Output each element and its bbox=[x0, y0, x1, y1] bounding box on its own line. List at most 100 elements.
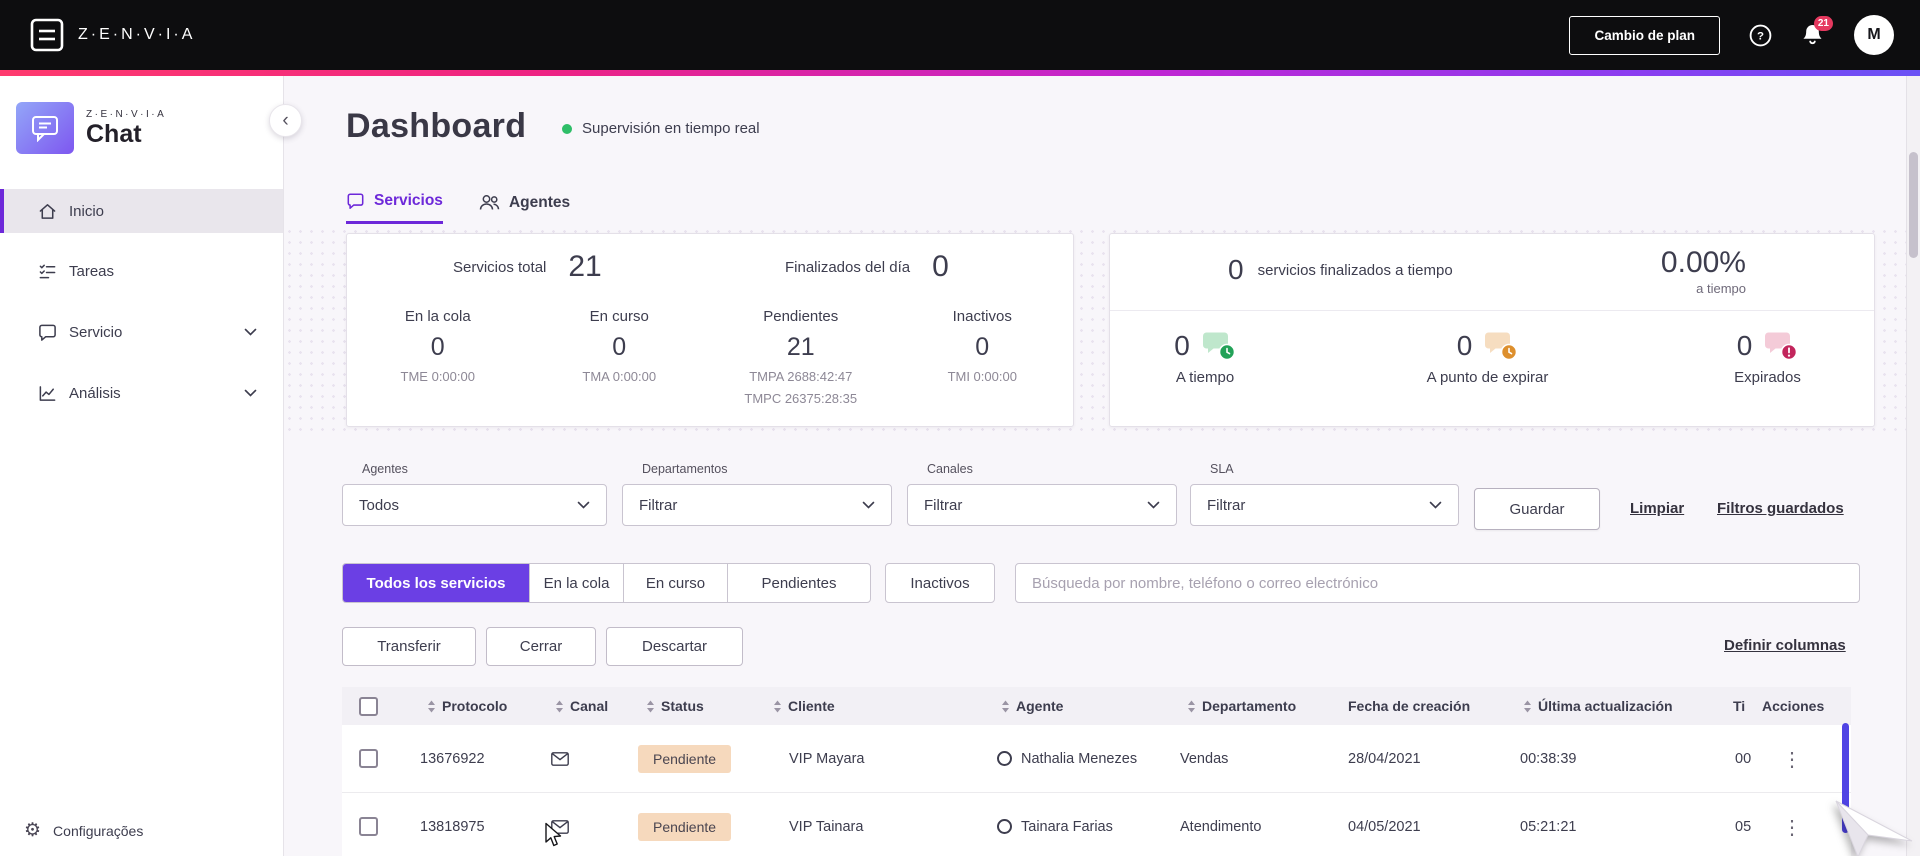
cell-agent: Nathalia Menezes bbox=[1021, 751, 1138, 767]
chevron-down-icon bbox=[1429, 501, 1442, 509]
stat-metric bbox=[347, 391, 529, 392]
notification-count-badge: 21 bbox=[1813, 16, 1833, 31]
status-badge: Pendiente bbox=[638, 745, 732, 773]
tab-todos-los-servicios[interactable]: Todos los servicios bbox=[343, 564, 529, 602]
chevron-down-icon bbox=[244, 389, 257, 397]
filter-label: SLA bbox=[1210, 462, 1234, 476]
tab-en-la-cola[interactable]: En la cola bbox=[529, 564, 623, 602]
sort-icon[interactable] bbox=[427, 700, 436, 713]
table-header: Protocolo Canal Status Cliente Agente De… bbox=[342, 687, 1851, 725]
filter-sla: SLA Filtrar bbox=[1190, 462, 1459, 526]
tab-agentes[interactable]: Agentes bbox=[479, 192, 570, 224]
row-checkbox[interactable] bbox=[359, 749, 378, 768]
window-scrollbar[interactable] bbox=[1906, 76, 1920, 856]
sort-icon[interactable] bbox=[646, 700, 655, 713]
tab-servicios[interactable]: Servicios bbox=[346, 192, 443, 224]
sidebar-item-label: Servicio bbox=[69, 323, 123, 341]
table-row[interactable]: 13676922 Pendiente VIP Mayara Nathalia M… bbox=[342, 725, 1851, 793]
tab-inactivos[interactable]: Inactivos bbox=[885, 563, 995, 603]
saved-filters-link[interactable]: Filtros guardados bbox=[1717, 500, 1844, 517]
stat-metric: TMI 0:00:00 bbox=[947, 369, 1017, 384]
sla-stat-label: A punto de expirar bbox=[1426, 369, 1549, 386]
clear-filters-link[interactable]: Limpiar bbox=[1630, 500, 1684, 517]
cell-created: 28/04/2021 bbox=[1348, 751, 1421, 767]
column-header-agente[interactable]: Agente bbox=[1001, 687, 1063, 725]
topbar-actions: Cambio de plan ? 21 M bbox=[1569, 15, 1894, 55]
change-plan-button[interactable]: Cambio de plan bbox=[1569, 15, 1720, 55]
services-total: Servicios total 21 bbox=[453, 250, 602, 284]
sort-icon[interactable] bbox=[555, 700, 564, 713]
departamentos-select[interactable]: Filtrar bbox=[622, 484, 892, 526]
email-channel-icon bbox=[551, 793, 569, 856]
chevron-left-icon: ‹ bbox=[282, 109, 289, 131]
discard-button[interactable]: Descartar bbox=[606, 627, 743, 666]
sidebar-item-inicio[interactable]: Inicio bbox=[0, 189, 283, 233]
column-header-fecha-creacion[interactable]: Fecha de creación bbox=[1348, 687, 1470, 725]
tab-en-curso[interactable]: En curso bbox=[623, 564, 727, 602]
collapse-sidebar-button[interactable]: ‹ bbox=[269, 104, 302, 137]
services-table: Protocolo Canal Status Cliente Agente De… bbox=[342, 687, 1851, 856]
scrollbar-thumb[interactable] bbox=[1909, 152, 1918, 258]
column-header-status[interactable]: Status bbox=[646, 687, 704, 725]
sla-select[interactable]: Filtrar bbox=[1190, 484, 1459, 526]
agent-avatar-icon bbox=[997, 819, 1012, 834]
column-header-ultima-actualizacion[interactable]: Última actualización bbox=[1523, 687, 1673, 725]
cell-client: VIP Mayara bbox=[789, 751, 865, 767]
sla-percent: 0.00% a tiempo bbox=[1661, 246, 1746, 296]
save-filters-button[interactable]: Guardar bbox=[1474, 488, 1600, 530]
summary-stats-row: En la cola 0 TME 0:00:00 En curso 0 TMA … bbox=[347, 308, 1073, 406]
finished-today-label: Finalizados del día bbox=[785, 258, 911, 276]
column-header-acciones: Acciones bbox=[1762, 687, 1824, 725]
stat-metric: TME 0:00:00 bbox=[400, 369, 475, 384]
filter-departamentos: Departamentos Filtrar bbox=[622, 462, 892, 526]
sort-icon[interactable] bbox=[773, 700, 782, 713]
stat-metric bbox=[529, 391, 711, 392]
filter-label: Departamentos bbox=[642, 462, 728, 476]
stat-metric: TMPA 2688:42:47 bbox=[749, 369, 853, 384]
transfer-button[interactable]: Transferir bbox=[342, 627, 476, 666]
define-columns-link[interactable]: Definir columnas bbox=[1724, 637, 1846, 654]
kebab-menu-icon[interactable]: ⋮ bbox=[1782, 793, 1802, 856]
sidebar-item-servicio[interactable]: Servicio bbox=[0, 310, 283, 354]
column-header-canal[interactable]: Canal bbox=[555, 687, 608, 725]
column-label: Ti bbox=[1733, 698, 1746, 714]
agents-tab-icon bbox=[479, 194, 500, 211]
sort-icon[interactable] bbox=[1187, 700, 1196, 713]
row-checkbox[interactable] bbox=[359, 817, 378, 836]
sidebar-item-configuracoes[interactable]: ⚙ Configurações bbox=[24, 819, 143, 842]
notifications-bell-icon[interactable]: 21 bbox=[1801, 16, 1833, 47]
cell-client: VIP Tainara bbox=[789, 819, 864, 835]
column-header-departamento[interactable]: Departamento bbox=[1187, 687, 1296, 725]
help-icon[interactable]: ? bbox=[1748, 23, 1773, 48]
sla-finished-label: servicios finalizados a tiempo bbox=[1257, 261, 1453, 279]
column-header-cliente[interactable]: Cliente bbox=[773, 687, 835, 725]
search-input[interactable] bbox=[1015, 563, 1860, 603]
column-label: Cliente bbox=[788, 698, 835, 714]
stat-en-la-cola: En la cola 0 TME 0:00:00 bbox=[347, 308, 529, 406]
chat-alert-red-icon bbox=[1764, 331, 1798, 361]
sort-icon[interactable] bbox=[1523, 700, 1532, 713]
sort-icon[interactable] bbox=[1001, 700, 1010, 713]
close-button[interactable]: Cerrar bbox=[486, 627, 596, 666]
cell-department: Atendimento bbox=[1180, 819, 1262, 835]
user-avatar[interactable]: M bbox=[1854, 15, 1894, 55]
sidebar-item-tareas[interactable]: Tareas bbox=[0, 249, 283, 293]
select-all-checkbox[interactable] bbox=[359, 697, 378, 716]
chevron-down-icon bbox=[577, 501, 590, 509]
column-header-protocolo[interactable]: Protocolo bbox=[427, 687, 507, 725]
column-header-tiempo[interactable]: Ti bbox=[1733, 687, 1745, 725]
topbar-brand-group: Z·E·N·V·I·A bbox=[30, 18, 195, 52]
chevron-down-icon bbox=[244, 328, 257, 336]
tab-pendientes[interactable]: Pendientes bbox=[727, 564, 870, 602]
canales-select[interactable]: Filtrar bbox=[907, 484, 1177, 526]
agentes-select[interactable]: Todos bbox=[342, 484, 607, 526]
cell-department: Vendas bbox=[1180, 751, 1229, 767]
zenvia-logo-icon bbox=[30, 18, 64, 52]
logo-brand-text: Z·E·N·V·I·A bbox=[86, 109, 167, 120]
status-badge: Pendiente bbox=[638, 813, 732, 841]
filter-canales: Canales Filtrar bbox=[907, 462, 1177, 526]
kebab-menu-icon[interactable]: ⋮ bbox=[1782, 725, 1802, 793]
table-row[interactable]: 13818975 Pendiente VIP Tainara Tainara F… bbox=[342, 793, 1851, 856]
sidebar-item-analisis[interactable]: Análisis bbox=[0, 371, 283, 415]
stat-label: En la cola bbox=[404, 308, 471, 325]
